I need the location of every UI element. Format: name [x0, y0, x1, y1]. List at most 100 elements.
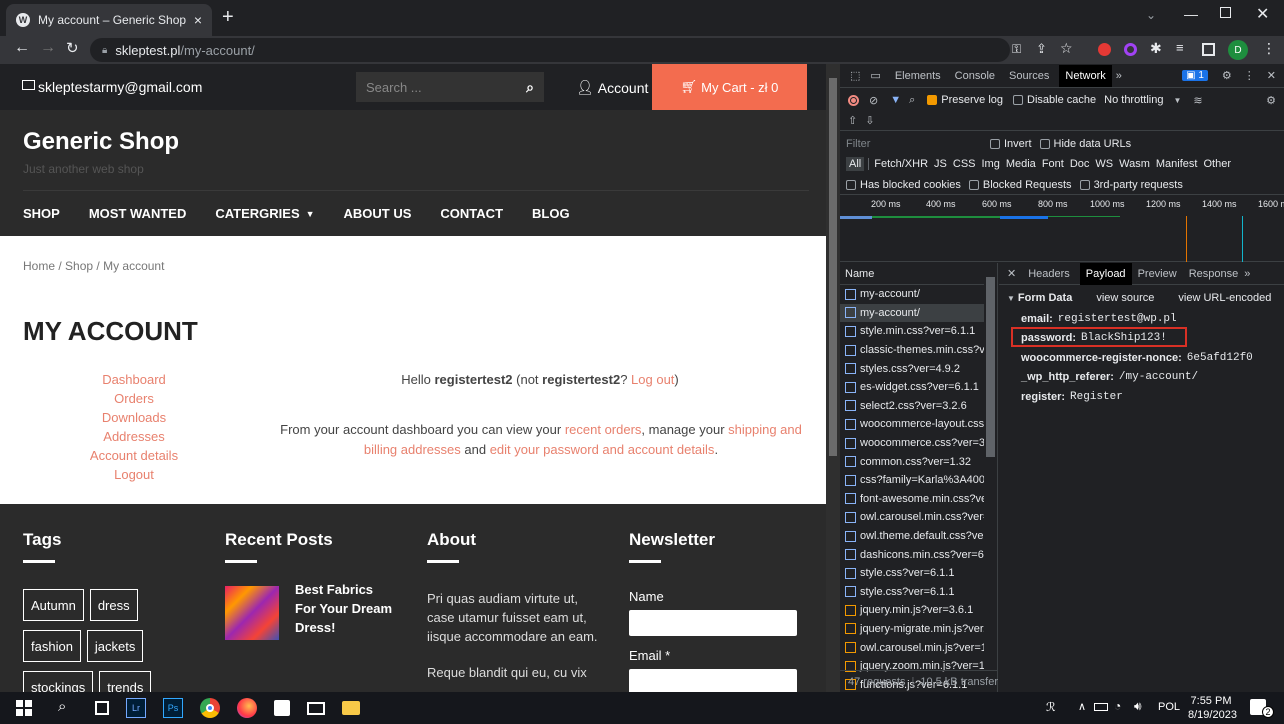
people-icon[interactable]: ℛ	[1046, 700, 1056, 714]
newsletter-email-input[interactable]	[629, 669, 797, 692]
nav-categories[interactable]: CATERGRIES ▼	[215, 206, 314, 221]
breadcrumb-shop[interactable]: Shop	[65, 259, 93, 273]
volume-icon[interactable]: 🔊︎	[1134, 699, 1142, 714]
form-field-row[interactable]: _wp_http_referer: /my-account/	[1021, 368, 1284, 388]
network-request-row[interactable]: my-account/	[840, 303, 984, 323]
name-column-header[interactable]: Name	[840, 263, 997, 285]
issues-badge[interactable]: ▣ 1	[1182, 70, 1208, 81]
shop-search-field[interactable]: Search ... ⌕	[356, 72, 544, 102]
account-link[interactable]: 👤︎ Account	[576, 79, 648, 96]
network-request-row[interactable]: style.css?ver=6.1.1	[840, 583, 984, 602]
site-title[interactable]: Generic Shop	[23, 128, 179, 156]
new-tab-icon[interactable]: +	[222, 6, 234, 29]
maximize-icon[interactable]	[1220, 7, 1231, 18]
page-scrollbar-thumb[interactable]	[829, 78, 837, 456]
tab-console[interactable]: Console	[955, 70, 995, 82]
browser-tab[interactable]: W My account – Generic Shop ×	[6, 4, 212, 36]
detail-tab-preview[interactable]: Preview	[1138, 268, 1177, 280]
network-conditions-icon[interactable]: ≋	[1193, 94, 1202, 107]
close-tab-icon[interactable]: ×	[194, 12, 202, 28]
form-field-row[interactable]: register: Register	[1021, 387, 1284, 407]
minimize-icon[interactable]: —	[1184, 6, 1198, 22]
tab-sources[interactable]: Sources	[1009, 70, 1049, 82]
lightroom-icon[interactable]: Lr	[126, 698, 146, 718]
network-request-row[interactable]: style.css?ver=6.1.1	[840, 564, 984, 583]
request-list-scrollbar-thumb[interactable]	[986, 277, 995, 457]
chrome-icon[interactable]	[200, 698, 220, 718]
network-settings-icon[interactable]: ⚙	[1266, 94, 1276, 107]
search-icon[interactable]: ⌕	[58, 698, 78, 718]
form-field-row[interactable]: woocommerce-register-nonce: 6e5afd12f0	[1021, 348, 1284, 368]
key-icon[interactable]: ⚿	[1012, 42, 1021, 57]
record-icon[interactable]	[848, 94, 859, 106]
nav-most-wanted[interactable]: MOST WANTED	[89, 206, 187, 221]
devtools-menu-icon[interactable]: ⋮	[1244, 69, 1255, 82]
tag-stockings[interactable]: stockings	[23, 671, 94, 692]
network-request-row[interactable]: style.min.css?ver=6.1.1	[840, 322, 984, 341]
preserve-log-checkbox[interactable]	[927, 95, 938, 105]
detail-tab-response[interactable]: Response	[1189, 268, 1239, 280]
type-css[interactable]: CSS	[953, 158, 976, 170]
type-js[interactable]: JS	[934, 158, 947, 170]
network-request-row[interactable]: select2.css?ver=3.2.6	[840, 397, 984, 416]
close-window-icon[interactable]: ✕	[1256, 4, 1269, 24]
tab-elements[interactable]: Elements	[895, 70, 941, 82]
task-view-icon[interactable]	[95, 701, 109, 715]
shop-email-link[interactable]: skleptestarmy@gmail.com	[38, 79, 202, 95]
type-other[interactable]: Other	[1203, 158, 1231, 170]
import-har-icon[interactable]: ⇧	[848, 114, 857, 127]
settings-gear-icon[interactable]: ⚙	[1222, 69, 1232, 82]
network-request-row[interactable]: jquery-migrate.min.js?ver...	[840, 620, 984, 639]
language-indicator[interactable]: POL	[1158, 701, 1180, 713]
account-nav-downloads[interactable]: Downloads	[80, 408, 188, 427]
mail-icon[interactable]	[307, 701, 325, 715]
blocked-requests-checkbox[interactable]	[968, 179, 979, 190]
type-font[interactable]: Font	[1042, 158, 1064, 170]
view-source-link[interactable]: view source	[1096, 292, 1154, 304]
network-request-row[interactable]: woocommerce-layout.css...	[840, 415, 984, 434]
tag-dress[interactable]: dress	[89, 589, 138, 621]
close-devtools-icon[interactable]: ✕	[1267, 69, 1276, 82]
recent-orders-link[interactable]: recent orders	[565, 422, 642, 437]
reading-list-icon[interactable]: ≡	[1176, 40, 1184, 55]
post-thumbnail[interactable]	[225, 586, 279, 640]
type-fetch-xhr[interactable]: Fetch/XHR	[874, 158, 928, 170]
detail-tab-payload[interactable]: Payload	[1079, 262, 1132, 285]
account-nav-addresses[interactable]: Addresses	[80, 427, 188, 446]
file-explorer-icon[interactable]	[342, 701, 360, 715]
network-request-row[interactable]: common.css?ver=1.32	[840, 452, 984, 471]
third-party-checkbox[interactable]	[1079, 179, 1090, 190]
extensions-puzzle-icon[interactable]: ✱	[1150, 40, 1162, 57]
form-data-header[interactable]: ▼ Form Data view source view URL-encoded	[999, 291, 1284, 305]
clear-icon[interactable]: ⊘	[869, 94, 878, 107]
network-request-row[interactable]: owl.carousel.min.js?ver=1....	[840, 638, 984, 657]
network-request-row[interactable]: dashicons.min.css?ver=6....	[840, 545, 984, 564]
more-tabs-icon[interactable]: »	[1116, 70, 1122, 82]
share-icon[interactable]: ⇪	[1036, 41, 1047, 57]
search-icon[interactable]: ⌕	[526, 79, 534, 96]
more-detail-tabs-icon[interactable]: »	[1244, 268, 1250, 280]
account-nav-dashboard[interactable]: Dashboard	[80, 370, 188, 389]
network-request-row[interactable]: owl.carousel.min.css?ver=...	[840, 508, 984, 527]
form-field-row[interactable]: email: registertest@wp.pl	[1021, 309, 1284, 329]
cart-button[interactable]: 🛒︎ My Cart - zł 0	[652, 64, 807, 110]
type-wasm[interactable]: Wasm	[1119, 158, 1150, 170]
network-request-row[interactable]: classic-themes.min.css?ve...	[840, 341, 984, 360]
battery-icon[interactable]	[1094, 703, 1108, 711]
nav-contact[interactable]: CONTACT	[440, 206, 503, 221]
search-network-icon[interactable]: ⌕	[909, 94, 915, 107]
disable-cache-checkbox[interactable]	[1013, 95, 1024, 105]
reload-icon[interactable]: ↻	[66, 39, 79, 57]
network-request-row[interactable]: css?family=Karla%3A400...	[840, 471, 984, 490]
account-nav-account-details[interactable]: Account details	[80, 446, 188, 465]
tag-fashion[interactable]: fashion	[23, 630, 81, 662]
close-detail-icon[interactable]: ✕	[1007, 267, 1016, 280]
tag-trends[interactable]: trends	[99, 671, 152, 692]
network-request-row[interactable]: font-awesome.min.css?ve...	[840, 490, 984, 509]
network-request-row[interactable]: woocommerce.css?ver=3....	[840, 434, 984, 453]
invert-checkbox[interactable]	[990, 139, 1000, 149]
clock[interactable]: 7:55 PM 8/19/2023	[1188, 694, 1237, 722]
view-url-encoded-link[interactable]: view URL-encoded	[1178, 292, 1271, 304]
has-blocked-cookies-checkbox[interactable]	[846, 179, 856, 190]
network-request-row[interactable]: jquery.min.js?ver=3.6.1	[840, 601, 984, 620]
